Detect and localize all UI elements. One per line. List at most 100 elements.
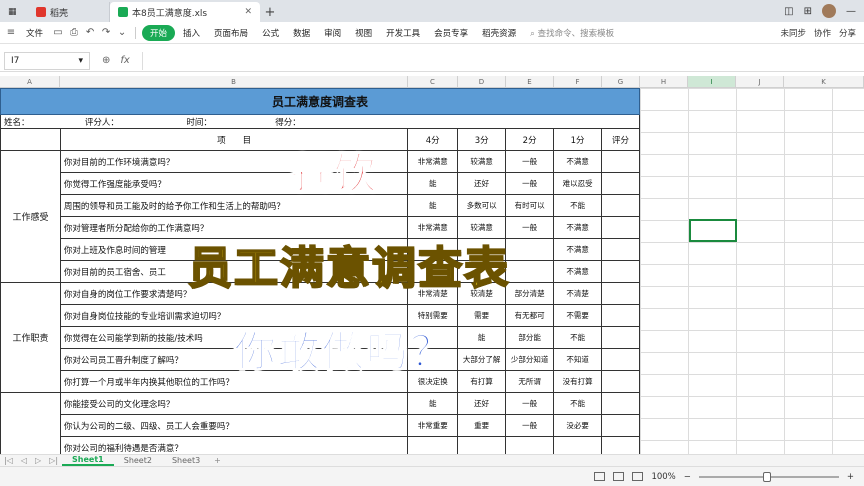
home-tab[interactable]: ▦ xyxy=(0,2,28,22)
hamburger-icon[interactable]: ≡ xyxy=(4,26,18,40)
menu-member[interactable]: 会员专享 xyxy=(428,25,474,41)
answer-cell[interactable]: 能 xyxy=(457,326,507,349)
close-tab-icon[interactable]: ✕ xyxy=(244,7,252,17)
first-sheet-icon[interactable]: |◁ xyxy=(0,456,17,465)
header-score[interactable]: 评分 xyxy=(601,128,640,151)
info-row[interactable]: 姓名： 评分人： 时间： 得分： xyxy=(0,114,408,129)
answer-cell[interactable]: 能 xyxy=(407,392,459,415)
score-cell[interactable] xyxy=(601,216,640,239)
category-cell[interactable]: 工作职责 xyxy=(0,282,61,393)
score-cell[interactable] xyxy=(601,172,640,195)
sheet-tab-1[interactable]: Sheet1 xyxy=(62,455,114,466)
save-icon[interactable]: ▭ xyxy=(51,26,65,40)
col-header-b[interactable]: B xyxy=(60,76,408,87)
fx-icon[interactable]: fx xyxy=(120,55,129,66)
minimize-icon[interactable]: — xyxy=(846,6,856,17)
col-header-j[interactable]: J xyxy=(736,76,784,87)
zoom-slider-handle[interactable] xyxy=(762,471,771,482)
category-cell[interactable] xyxy=(0,392,61,459)
doc-tab-xls[interactable]: 本8员工满意度.xls ✕ xyxy=(110,2,260,22)
normal-view-icon[interactable] xyxy=(594,472,606,481)
sync-status[interactable]: 未同步 xyxy=(780,27,806,39)
layout-icon[interactable]: ◫ xyxy=(784,6,793,17)
search-command-input[interactable]: ⌕ 查找命令、搜索模板 xyxy=(524,27,620,39)
score-cell[interactable] xyxy=(601,260,640,283)
redo-icon[interactable]: ↷ xyxy=(99,26,113,40)
col-header-c[interactable]: C xyxy=(408,76,458,87)
selected-cell[interactable] xyxy=(689,219,737,242)
answer-cell[interactable]: 一般 xyxy=(505,414,555,437)
zoom-formula-icon[interactable]: ⊕ xyxy=(102,55,110,66)
name-box[interactable]: I7 ▾ xyxy=(4,51,90,70)
answer-cell[interactable]: 有打算 xyxy=(457,370,507,393)
answer-cell[interactable]: 不清楚 xyxy=(553,282,603,305)
answer-cell[interactable]: 有时可以 xyxy=(505,194,555,217)
last-sheet-icon[interactable]: ▷| xyxy=(45,456,62,465)
new-tab-button[interactable]: + xyxy=(260,2,280,22)
score-cell[interactable] xyxy=(601,282,640,305)
col-header-k[interactable]: K xyxy=(784,76,864,87)
chevron-down-icon[interactable]: ⌄ xyxy=(115,26,129,40)
doc-tab-daoke[interactable]: 稻壳 xyxy=(28,2,110,22)
answer-cell[interactable]: 还好 xyxy=(457,172,507,195)
col-header-h[interactable]: H xyxy=(640,76,688,87)
print-icon[interactable]: ⎙ xyxy=(67,26,81,40)
menu-data[interactable]: 数据 xyxy=(287,25,316,41)
answer-cell[interactable]: 非常满意 xyxy=(407,150,459,173)
score-cell[interactable] xyxy=(601,414,640,437)
empty-cells[interactable] xyxy=(640,88,864,454)
blank-cell[interactable] xyxy=(0,128,61,151)
menu-developer[interactable]: 开发工具 xyxy=(380,25,426,41)
score-cell[interactable] xyxy=(601,150,640,173)
info-row-tail[interactable] xyxy=(407,114,640,129)
page-break-view-icon[interactable] xyxy=(632,472,644,481)
score-cell[interactable] xyxy=(601,326,640,349)
col-header-a[interactable]: A xyxy=(0,76,60,87)
answer-cell[interactable]: 少部分知道 xyxy=(505,348,555,371)
answer-cell[interactable]: 需要 xyxy=(457,304,507,327)
collaborate-button[interactable]: 协作 xyxy=(814,27,831,39)
answer-cell[interactable]: 多数可以 xyxy=(457,194,507,217)
score-cell[interactable] xyxy=(601,194,640,217)
col-header-d[interactable]: D xyxy=(458,76,506,87)
answer-cell[interactable]: 难以忍受 xyxy=(553,172,603,195)
answer-cell[interactable]: 不满意 xyxy=(553,216,603,239)
zoom-out-icon[interactable]: − xyxy=(684,472,691,482)
col-header-e[interactable]: E xyxy=(506,76,554,87)
answer-cell[interactable]: 能 xyxy=(407,172,459,195)
answer-cell[interactable]: 能 xyxy=(407,194,459,217)
answer-cell[interactable]: 不能 xyxy=(553,194,603,217)
answer-cell[interactable]: 无所谓 xyxy=(505,370,555,393)
header-2pts[interactable]: 2分 xyxy=(505,128,555,151)
question-cell[interactable]: 你认为公司的二级、四级、员工人会重要吗？ xyxy=(59,414,409,437)
answer-cell[interactable]: 不能 xyxy=(553,326,603,349)
answer-cell[interactable]: 还好 xyxy=(457,392,507,415)
answer-cell[interactable]: 不需要 xyxy=(553,304,603,327)
answer-cell[interactable]: 没必要 xyxy=(553,414,603,437)
question-cell[interactable]: 你能接受公司的文化理念吗？ xyxy=(59,392,409,415)
page-layout-view-icon[interactable] xyxy=(613,472,625,481)
answer-cell[interactable]: 有无都可 xyxy=(505,304,555,327)
menu-formula[interactable]: 公式 xyxy=(256,25,285,41)
answer-cell[interactable]: 部分清楚 xyxy=(505,282,555,305)
add-sheet-icon[interactable]: + xyxy=(210,456,225,465)
answer-cell[interactable] xyxy=(505,238,555,261)
formula-input[interactable] xyxy=(141,51,864,70)
share-button[interactable]: 分享 xyxy=(839,27,856,39)
answer-cell[interactable]: 不能 xyxy=(553,392,603,415)
menu-home[interactable]: 开始 xyxy=(142,24,176,41)
category-cell[interactable]: 工作感受 xyxy=(0,150,61,283)
score-cell[interactable] xyxy=(601,304,640,327)
answer-cell[interactable]: 不满意 xyxy=(553,150,603,173)
score-cell[interactable] xyxy=(601,238,640,261)
answer-cell[interactable]: 较满意 xyxy=(457,150,507,173)
answer-cell[interactable]: 重要 xyxy=(457,414,507,437)
score-cell[interactable] xyxy=(601,370,640,393)
answer-cell[interactable]: 一般 xyxy=(505,392,555,415)
answer-cell[interactable]: 一般 xyxy=(505,216,555,239)
menu-review[interactable]: 审阅 xyxy=(318,25,347,41)
next-sheet-icon[interactable]: ▷ xyxy=(31,456,45,465)
survey-title[interactable]: 员工满意度调查表 xyxy=(0,88,640,115)
menu-file[interactable]: 文件 xyxy=(20,25,49,41)
sheet-tab-3[interactable]: Sheet3 xyxy=(162,456,210,465)
